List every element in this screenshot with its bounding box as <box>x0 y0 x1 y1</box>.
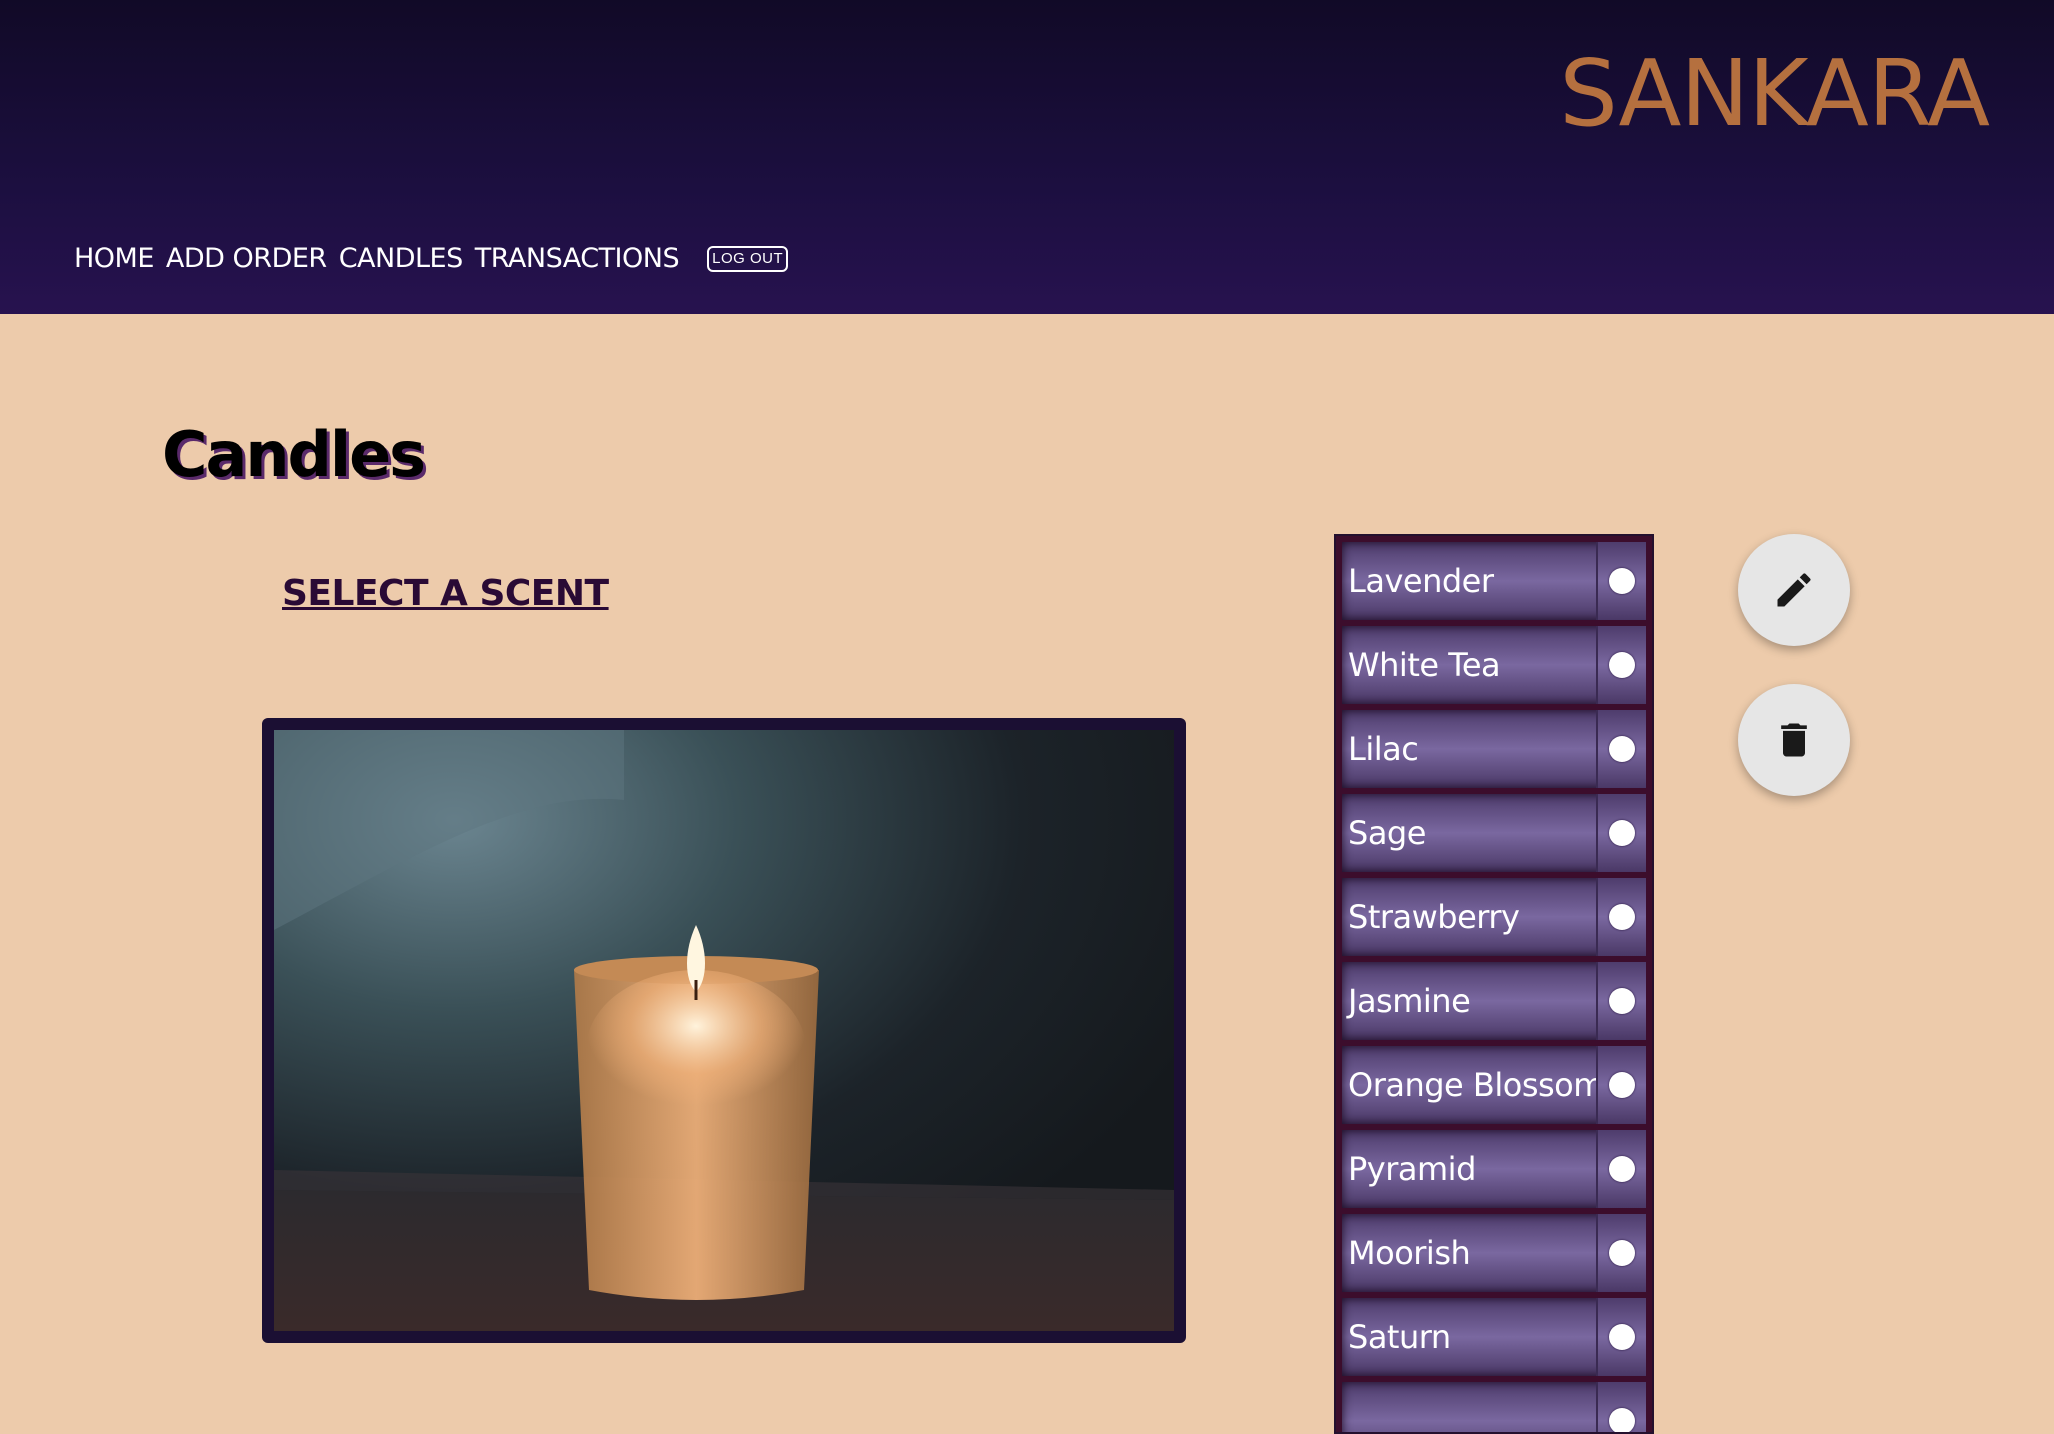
edit-button[interactable] <box>1738 534 1850 646</box>
candle-photo <box>274 730 1174 1331</box>
header: SANKARA HOME ADD ORDER CANDLES TRANSACTI… <box>0 0 2054 314</box>
scent-radio[interactable] <box>1609 568 1635 594</box>
scent-radio[interactable] <box>1609 652 1635 678</box>
scent-label: Saturn <box>1348 1318 1451 1356</box>
scent-radio-cell <box>1596 962 1646 1040</box>
scent-label: Pyramid <box>1348 1150 1476 1188</box>
nav-candles[interactable]: CANDLES <box>339 243 464 274</box>
scent-radio[interactable] <box>1609 736 1635 762</box>
scent-label: Lavender <box>1348 562 1494 600</box>
scent-option-pyramid[interactable]: Pyramid <box>1342 1130 1646 1208</box>
select-scent-link[interactable]: SELECT A SCENT <box>282 573 609 614</box>
scent-radio-cell <box>1596 710 1646 788</box>
trash-icon <box>1781 723 1807 757</box>
scent-label: Lilac <box>1348 730 1419 768</box>
scent-option-white-tea[interactable]: White Tea <box>1342 626 1646 704</box>
scent-radio-cell <box>1596 1130 1646 1208</box>
nav-add-order[interactable]: ADD ORDER <box>166 243 327 274</box>
scent-label: White Tea <box>1348 646 1501 684</box>
scent-radio[interactable] <box>1609 820 1635 846</box>
scent-option-orange-blossom[interactable]: Orange Blossom <box>1342 1046 1646 1124</box>
scent-label: Sage <box>1348 814 1426 852</box>
scent-option-strawberry[interactable]: Strawberry <box>1342 878 1646 956</box>
nav-home[interactable]: HOME <box>74 243 154 274</box>
page-title: Candles <box>162 418 426 491</box>
scent-radio-cell <box>1596 794 1646 872</box>
scent-option-jasmine[interactable]: Jasmine <box>1342 962 1646 1040</box>
scent-radio-cell <box>1596 1298 1646 1376</box>
pencil-icon <box>1777 573 1811 607</box>
scent-radio-cell <box>1596 1382 1646 1432</box>
scent-radio[interactable] <box>1609 1156 1635 1182</box>
scent-radio[interactable] <box>1609 988 1635 1014</box>
scent-radio-cell <box>1596 626 1646 704</box>
scent-radio[interactable] <box>1609 904 1635 930</box>
scent-radio[interactable] <box>1609 1324 1635 1350</box>
scent-label: Strawberry <box>1348 898 1520 936</box>
scent-label: Orange Blossom <box>1348 1066 1596 1104</box>
nav-transactions[interactable]: TRANSACTIONS <box>475 243 680 274</box>
scent-option-more[interactable] <box>1342 1382 1646 1432</box>
scent-option-lilac[interactable]: Lilac <box>1342 710 1646 788</box>
candle-photo-frame <box>262 718 1186 1343</box>
scent-option-moorish[interactable]: Moorish <box>1342 1214 1646 1292</box>
scent-option-sage[interactable]: Sage <box>1342 794 1646 872</box>
brand-logo: SANKARA <box>1559 40 1990 147</box>
scent-radio-cell <box>1596 542 1646 620</box>
scent-radio[interactable] <box>1609 1240 1635 1266</box>
scent-option-saturn[interactable]: Saturn <box>1342 1298 1646 1376</box>
logout-button[interactable]: LOG OUT <box>707 245 789 272</box>
main-nav: HOME ADD ORDER CANDLES TRANSACTIONS LOG … <box>74 243 789 274</box>
scent-radio-cell <box>1596 1214 1646 1292</box>
scent-list: Lavender White Tea Lilac Sage Strawberry… <box>1334 534 1654 1434</box>
scent-radio[interactable] <box>1609 1072 1635 1098</box>
scent-label: Moorish <box>1348 1234 1471 1272</box>
scent-option-lavender[interactable]: Lavender <box>1342 542 1646 620</box>
scent-radio-cell <box>1596 878 1646 956</box>
delete-button[interactable] <box>1738 684 1850 796</box>
scent-label: Jasmine <box>1348 982 1471 1020</box>
scent-label <box>1342 1382 1596 1432</box>
scent-radio-cell <box>1596 1046 1646 1124</box>
